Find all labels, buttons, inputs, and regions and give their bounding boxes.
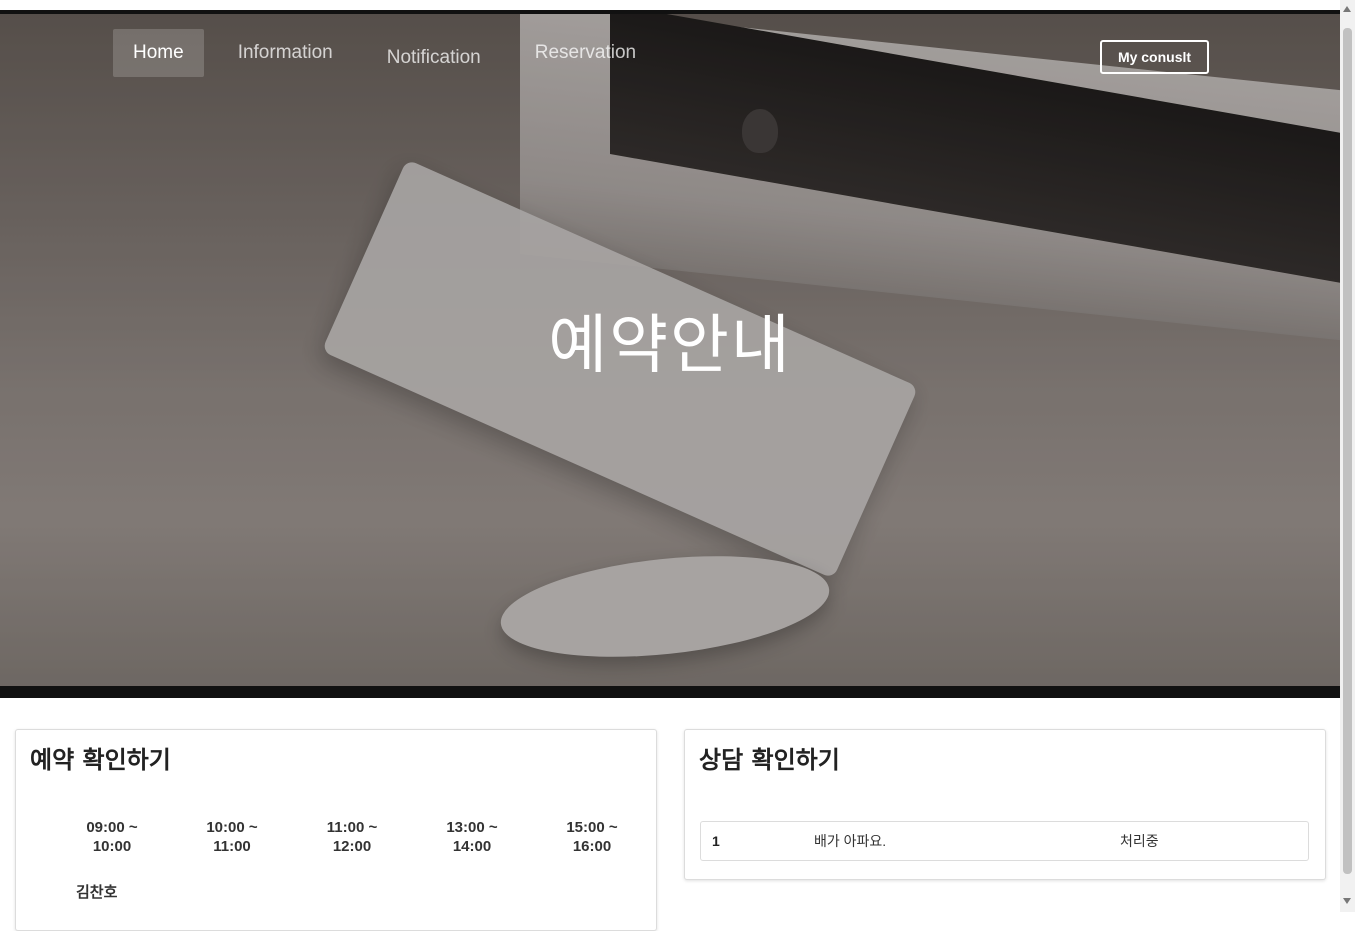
consultation-card: 상담 확인하기 1 배가 아파요. 처리중 — [684, 729, 1326, 880]
scroll-thumb[interactable] — [1343, 28, 1352, 874]
nav-home[interactable]: Home — [113, 29, 204, 77]
nav-reservation[interactable]: Reservation — [515, 29, 656, 77]
consultation-row[interactable]: 1 배가 아파요. 처리중 — [700, 821, 1309, 861]
time-slot[interactable]: 11:00 ~ 12:00 — [292, 818, 412, 856]
reservation-card: 예약 확인하기 09:00 ~ 10:00 10:00 ~ 11:00 11:0… — [15, 729, 657, 931]
time-slot[interactable]: 13:00 ~ 14:00 — [412, 818, 532, 856]
slot-start: 15:00 ~ — [566, 819, 618, 836]
counselor-name: 김찬호 — [76, 884, 118, 901]
hero-title: 예약안내 — [548, 309, 792, 383]
slot-start: 11:00 ~ — [326, 819, 378, 836]
consultation-status: 처리중 — [1120, 833, 1159, 849]
consultation-title: 상담 확인하기 — [699, 746, 840, 774]
main-nav: Home Information Notification Reservatio… — [113, 28, 670, 78]
time-slots: 09:00 ~ 10:00 10:00 ~ 11:00 11:00 ~ 12:0… — [52, 818, 652, 856]
slot-end: 12:00 — [332, 838, 372, 855]
slot-start: 13:00 ~ — [446, 819, 498, 836]
scroll-down-arrow-icon[interactable] — [1343, 898, 1351, 904]
nav-information[interactable]: Information — [218, 29, 353, 77]
scroll-up-arrow-icon[interactable] — [1343, 6, 1351, 12]
vertical-scrollbar[interactable] — [1340, 0, 1355, 912]
slot-end: 14:00 — [452, 838, 492, 855]
consultation-number: 1 — [712, 833, 720, 849]
slot-end: 10:00 — [92, 838, 132, 855]
slot-start: 09:00 ~ — [86, 819, 138, 836]
time-slot[interactable]: 10:00 ~ 11:00 — [172, 818, 292, 856]
reservation-title: 예약 확인하기 — [30, 746, 171, 774]
nav-notification[interactable]: Notification — [367, 34, 501, 82]
slot-end: 16:00 — [572, 838, 612, 855]
hero-banner: 예약안내 — [0, 14, 1340, 686]
hero-bottom-border — [0, 686, 1340, 698]
slot-start: 10:00 ~ — [206, 819, 258, 836]
my-consult-button[interactable]: My conuslt — [1100, 40, 1209, 74]
consultation-subject: 배가 아파요. — [814, 833, 887, 849]
slot-end: 11:00 — [213, 838, 251, 855]
time-slot[interactable]: 15:00 ~ 16:00 — [532, 818, 652, 856]
time-slot[interactable]: 09:00 ~ 10:00 — [52, 818, 172, 856]
